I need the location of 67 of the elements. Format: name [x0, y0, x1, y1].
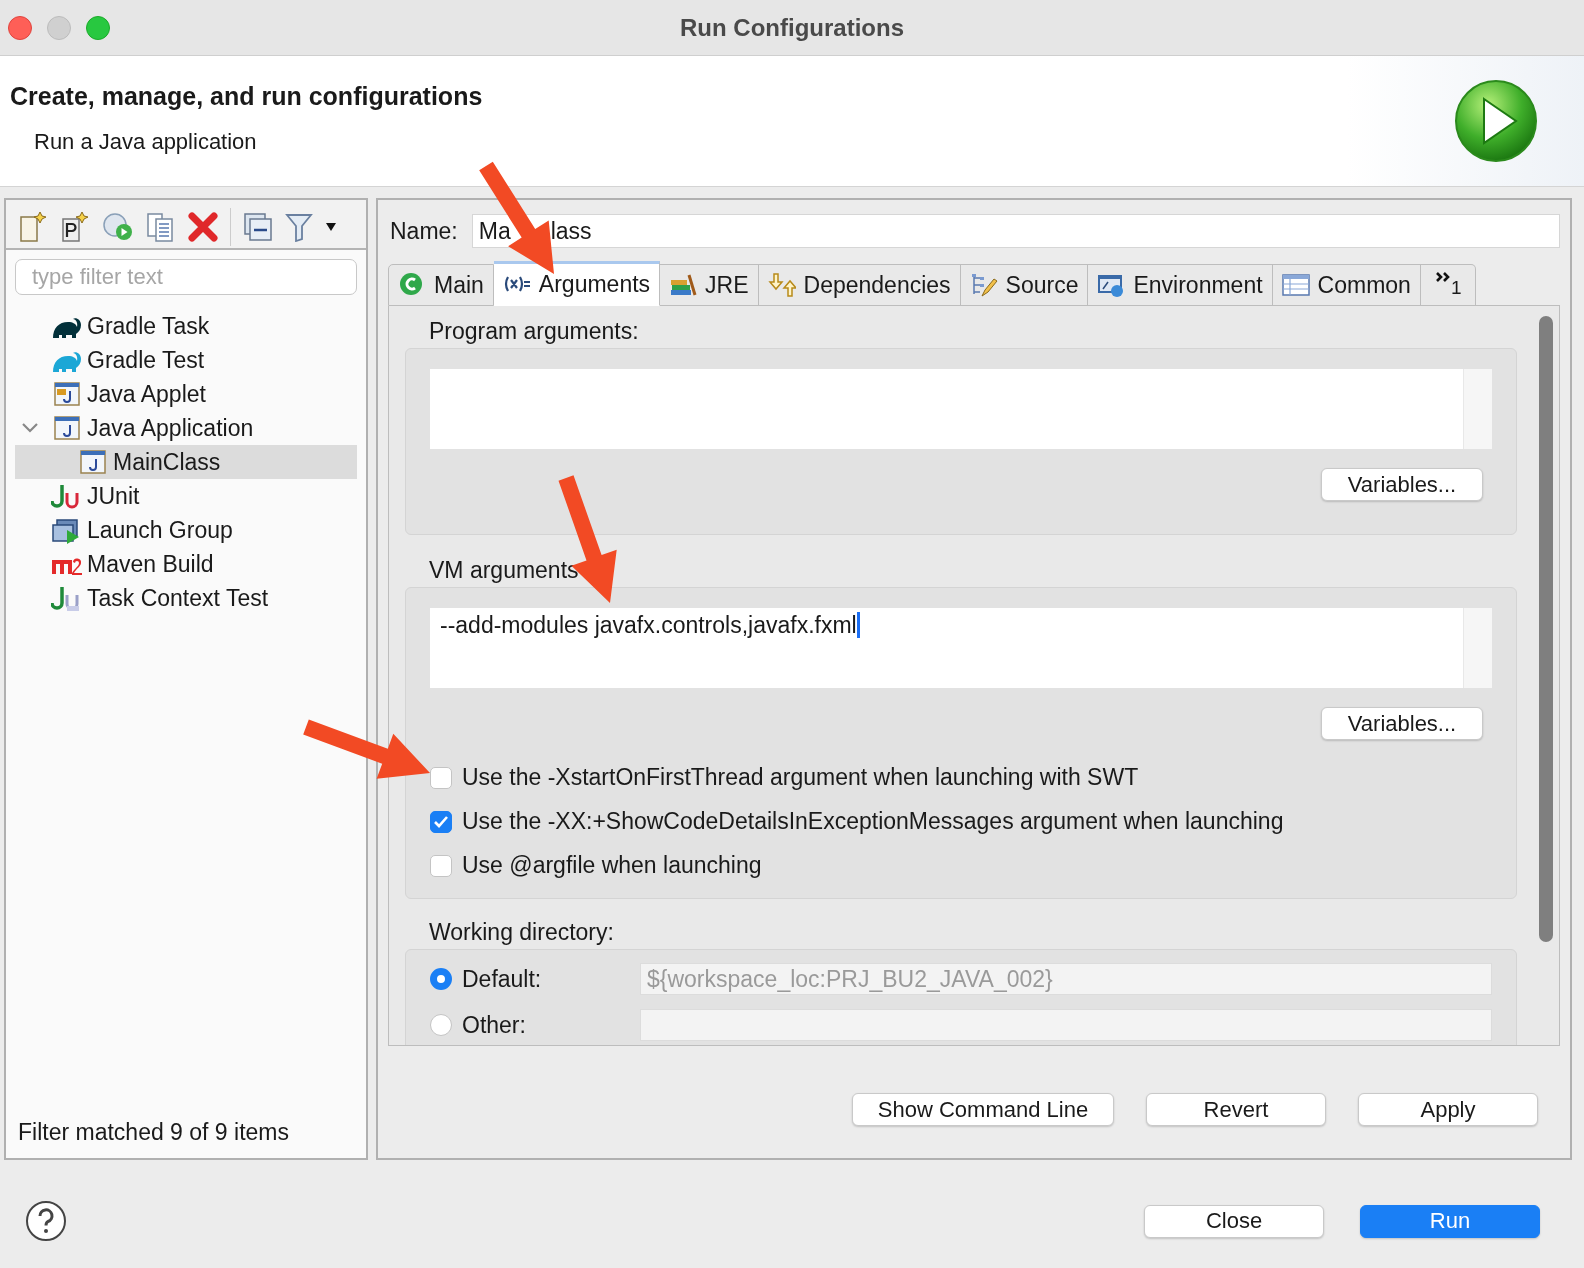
filter-status: Filter matched 9 of 9 items — [17, 1119, 290, 1147]
dialog-button[interactable]: Run — [1360, 1204, 1540, 1238]
tree-item[interactable]: Task Context Test — [15, 581, 357, 615]
double-chevron-icon — [1434, 271, 1451, 283]
tree-item[interactable]: Java Applet — [15, 377, 357, 411]
duplicate-icon[interactable] — [146, 211, 176, 243]
radio-label: Default: — [461, 965, 543, 993]
new-document-icon[interactable] — [18, 211, 48, 243]
tab[interactable]: JRE — [660, 264, 759, 306]
source-tree-icon — [969, 272, 998, 298]
dialog-title: Create, manage, and run configurations — [10, 81, 483, 111]
checkbox[interactable] — [430, 854, 452, 877]
action-button[interactable]: Show Command Line — [852, 1093, 1114, 1126]
dropdown-caret-icon[interactable] — [325, 222, 337, 232]
dialog-button[interactable]: Close — [1144, 1204, 1324, 1238]
applet-icon — [51, 380, 83, 408]
tab[interactable]: Dependencies — [758, 264, 961, 306]
scrollbar-thumb[interactable] — [1539, 316, 1553, 942]
dependencies-icon — [767, 272, 796, 298]
window-title: Run Configurations — [680, 13, 904, 42]
import-run-icon[interactable] — [102, 211, 134, 243]
environment-icon — [1097, 272, 1126, 298]
tree-item[interactable]: Java Application — [15, 411, 357, 445]
section-label: Working directory: — [428, 919, 615, 947]
java-app-icon — [77, 448, 109, 476]
program-arguments-field[interactable] — [430, 369, 1492, 449]
tab[interactable]: Common — [1272, 264, 1421, 306]
filter-field[interactable]: type filter text — [15, 259, 357, 295]
checkbox-label: Use the -XX:+ShowCodeDetailsInExceptionMessages argument when launching — [462, 808, 1284, 835]
vm-arguments-field[interactable]: --add-modules javafx.controls,javafx.fxml — [430, 608, 1492, 688]
dialog-subtitle: Run a Java application — [33, 128, 258, 155]
filter-icon[interactable] — [285, 212, 313, 242]
tree-item[interactable]: Gradle Test — [15, 343, 357, 377]
action-button[interactable]: Revert — [1146, 1093, 1326, 1126]
help-icon[interactable] — [25, 1200, 67, 1242]
delete-icon[interactable] — [188, 212, 218, 242]
collapse-all-icon[interactable] — [243, 212, 273, 242]
section-label: VM arguments — [428, 557, 580, 585]
tab[interactable]: Main — [388, 264, 494, 306]
tree-item[interactable]: JUnit — [15, 479, 357, 513]
radio-label: Other: — [461, 1011, 527, 1039]
play-icon — [1454, 79, 1538, 163]
tab[interactable]: Environment — [1088, 264, 1273, 306]
variables-button[interactable]: Variables... — [1321, 468, 1483, 501]
name-label: Name: — [390, 217, 458, 245]
tab[interactable]: Source — [960, 264, 1089, 306]
table-icon — [1281, 272, 1310, 298]
tree-item[interactable]: Maven Build — [15, 547, 357, 581]
books-icon — [669, 272, 698, 298]
checkbox-label: Use the -XstartOnFirstThread argument when launching with SWT — [462, 764, 1139, 791]
checkbox-label: Use @argfile when launching — [462, 852, 762, 879]
new-prototype-icon[interactable] — [60, 211, 90, 243]
java-app-icon — [51, 414, 83, 442]
name-field[interactable]: Ma lass — [471, 214, 1560, 248]
tree-item[interactable]: Gradle Task — [15, 309, 357, 343]
tree-item[interactable]: MainClass — [15, 445, 357, 479]
section-label: Program arguments: — [428, 318, 640, 346]
expand-chevron-icon[interactable] — [20, 421, 40, 435]
variables-button[interactable]: Variables... — [1321, 707, 1483, 740]
action-button[interactable]: Apply — [1358, 1093, 1538, 1126]
checkbox[interactable] — [430, 810, 452, 833]
checkbox[interactable] — [430, 766, 452, 789]
more-tabs-tab[interactable]: 1 — [1420, 264, 1477, 306]
zoom-window-button[interactable] — [86, 15, 110, 40]
tree-item[interactable]: Launch Group — [15, 513, 357, 547]
tab[interactable]: Arguments — [493, 261, 661, 306]
close-window-button[interactable] — [8, 15, 32, 40]
